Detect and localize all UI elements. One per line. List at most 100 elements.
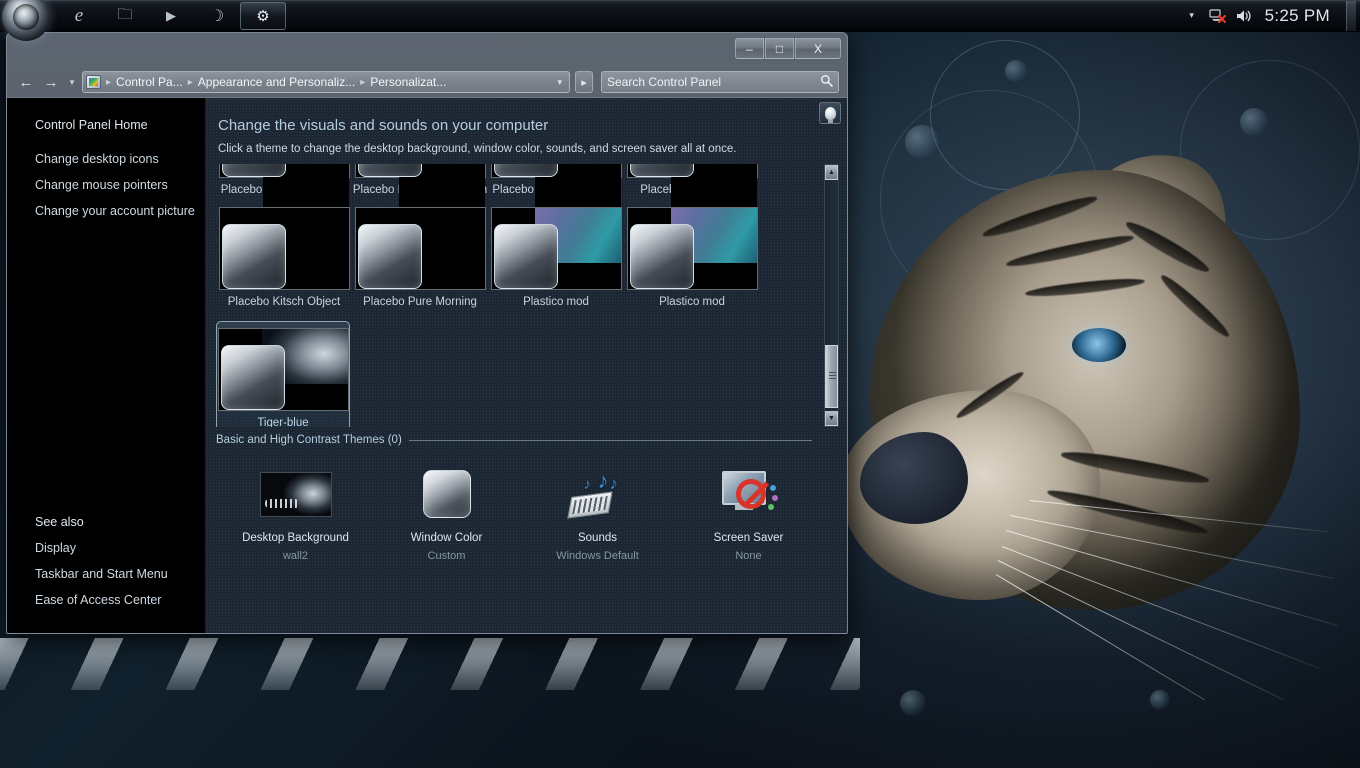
theme-list-scrollbar[interactable]: ▲ ▼ [824, 164, 839, 427]
sidebar-item-ease-of-access-center[interactable]: Ease of Access Center [7, 587, 205, 613]
address-bar[interactable]: ▸ Control Pa... ▸ Appearance and Persona… [82, 71, 570, 93]
theme-thumbnail [217, 328, 349, 411]
theme-thumbnail [354, 207, 486, 290]
theme-settings-toolbar[interactable]: Desktop Background wall2 Window Color Cu… [206, 460, 847, 574]
theme-item[interactable]: Placebo - Cold Light [624, 164, 760, 219]
setting-value: None [735, 550, 762, 562]
help-lightbulb-icon[interactable] [819, 102, 841, 124]
volume-icon[interactable] [1231, 8, 1257, 24]
breadcrumb-item-personalization[interactable]: Personalizat... [368, 75, 448, 89]
sidebar-item-control-panel-home[interactable]: Control Panel Home [7, 112, 205, 146]
sounds-icon: ♪ ♪ ♪ [562, 468, 634, 520]
section-divider [408, 439, 812, 441]
search-control-panel-input[interactable]: Search Control Panel [601, 71, 839, 93]
sidebar[interactable]: Control Panel Home Change desktop icons … [7, 98, 206, 633]
theme-row: Placebo Borderless Cold Placebo Borderle… [216, 164, 812, 219]
sounds-button[interactable]: ♪ ♪ ♪ Sounds Windows Default [522, 460, 673, 574]
theme-row: Tiger-blue [216, 321, 812, 427]
theme-item[interactable]: Plastico mod [624, 207, 760, 309]
clock[interactable]: 5:25 PM [1257, 6, 1344, 26]
theme-label: Placebo Kitsch Object [227, 296, 341, 308]
breadcrumb-dropdown-icon[interactable]: ▾ [552, 77, 567, 88]
page-subtitle: Click a theme to change the desktop back… [218, 143, 737, 155]
taskbar-item-media-player[interactable]: ▶ [148, 2, 194, 30]
tray-expand-chevron-icon[interactable]: ▾ [1179, 10, 1205, 21]
setting-value: Windows Default [556, 550, 639, 562]
taskbar-item-windows-explorer[interactable]: 🗀 [102, 2, 148, 30]
play-icon: ▶ [166, 8, 176, 23]
desktop-background-button[interactable]: Desktop Background wall2 [220, 460, 371, 574]
setting-label: Window Color [410, 532, 483, 544]
close-button[interactable]: X [795, 38, 841, 59]
history-dropdown-icon[interactable]: ▾ [65, 77, 79, 88]
taskbar-item-control-panel[interactable]: ⚙ [240, 2, 286, 30]
theme-thumbnail [354, 164, 486, 219]
theme-thumbnail [218, 164, 350, 219]
sidebar-see-also-title: See also [35, 515, 84, 529]
breadcrumb-item-control-panel[interactable]: Control Pa... [114, 75, 185, 89]
theme-thumbnail [218, 207, 350, 290]
window-body: Control Panel Home Change desktop icons … [7, 97, 847, 633]
theme-item[interactable]: Placebo Pure Morning [352, 207, 488, 309]
theme-item[interactable]: Placebo Borderless Kitsch [352, 164, 488, 219]
firefox-icon: ☽ [209, 8, 225, 25]
taskbar-item-firefox[interactable]: ☽ [194, 2, 240, 30]
taskbar-item-internet-explorer[interactable]: e [56, 2, 102, 30]
sidebar-item-taskbar-start-menu[interactable]: Taskbar and Start Menu [7, 561, 205, 587]
sidebar-item-change-desktop-icons[interactable]: Change desktop icons [7, 146, 205, 172]
minimize-button[interactable]: – [735, 38, 764, 59]
setting-label: Sounds [577, 532, 617, 544]
window-titlebar[interactable]: – □ X [7, 33, 847, 67]
scroll-up-arrow-icon[interactable]: ▲ [825, 165, 838, 180]
show-desktop-button[interactable] [1346, 0, 1356, 31]
search-placeholder: Search Control Panel [607, 75, 722, 89]
sidebar-item-display[interactable]: Display [7, 535, 205, 561]
navigation-bar[interactable]: ← → ▾ ▸ Control Pa... ▸ Appearance and P… [7, 67, 847, 97]
theme-label: Placebo Pure Morning [363, 296, 477, 308]
theme-thumbnail [626, 207, 758, 290]
theme-item[interactable]: Placebo Kitsch Object [216, 207, 352, 309]
window-controls[interactable]: – □ X [734, 38, 841, 59]
maximize-button[interactable]: □ [765, 38, 794, 59]
basic-themes-section-header: Basic and High Contrast Themes (0) [216, 434, 812, 446]
theme-label: Plastico mod [523, 296, 589, 308]
setting-label: Screen Saver [713, 532, 784, 544]
system-tray[interactable]: ▾ 5:25 PM [1179, 0, 1360, 32]
setting-value: Custom [427, 550, 466, 562]
screensaver-icon [713, 468, 785, 520]
personalization-window[interactable]: – □ X ← → ▾ ▸ Control Pa... ▸ Appearance… [6, 32, 848, 634]
theme-item[interactable]: Placebo Borderless Pure [488, 164, 624, 219]
wallpaper-icon [259, 468, 332, 520]
forward-button[interactable]: → [40, 71, 62, 93]
control-panel-icon [86, 75, 101, 89]
taskbar[interactable]: e 🗀 ▶ ☽ ⚙ ▾ 5:25 PM [0, 0, 1360, 41]
folder-icon: 🗀 [117, 5, 133, 23]
breadcrumb-separator-icon: ▸ [187, 76, 193, 88]
theme-label: Plastico mod [659, 296, 725, 308]
network-disconnected-icon[interactable] [1205, 8, 1231, 24]
theme-item[interactable]: Placebo Borderless Cold [216, 164, 352, 219]
theme-thumbnail [490, 207, 622, 290]
window-color-icon [411, 468, 483, 520]
setting-value: wall2 [282, 550, 309, 562]
screen-saver-button[interactable]: Screen Saver None [673, 460, 824, 574]
theme-item-selected[interactable]: Tiger-blue [216, 321, 350, 427]
content-pane: Change the visuals and sounds on your co… [206, 98, 847, 633]
theme-list[interactable]: Placebo Borderless Cold Placebo Borderle… [216, 164, 812, 427]
back-button[interactable]: ← [15, 71, 37, 93]
theme-thumbnail [490, 164, 622, 219]
sidebar-item-change-mouse-pointers[interactable]: Change mouse pointers [7, 172, 205, 198]
page-title: Change the visuals and sounds on your co… [218, 117, 549, 134]
scroll-down-arrow-icon[interactable]: ▼ [825, 411, 838, 426]
theme-row: Placebo Kitsch Object Placebo Pure Morni… [216, 207, 812, 309]
window-color-button[interactable]: Window Color Custom [371, 460, 522, 574]
breadcrumb-item-appearance[interactable]: Appearance and Personaliz... [196, 75, 357, 89]
theme-item[interactable]: Plastico mod [488, 207, 624, 309]
breadcrumb-separator-icon: ▸ [360, 76, 366, 88]
scrollbar-thumb[interactable] [825, 345, 838, 408]
breadcrumb-separator-icon: ▸ [106, 76, 112, 88]
refresh-go-button[interactable]: ▸ [575, 71, 593, 93]
search-icon [820, 74, 833, 90]
sidebar-item-change-account-picture[interactable]: Change your account picture [7, 198, 205, 224]
